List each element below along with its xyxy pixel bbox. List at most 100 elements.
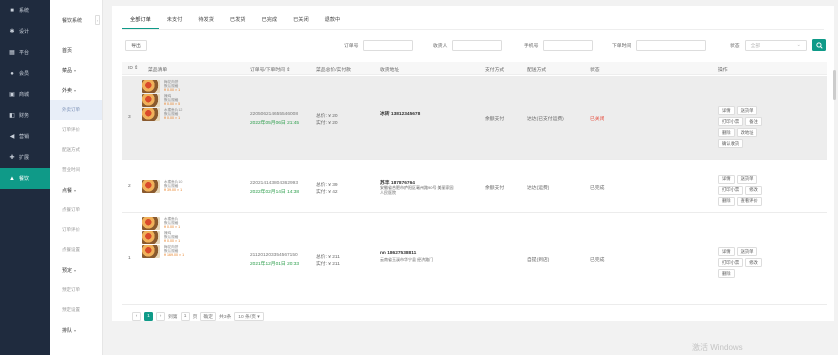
action-button[interactable]: 详情 <box>718 247 735 256</box>
action-button[interactable]: 删除 <box>718 269 735 278</box>
subnav-item[interactable]: 订单评价 <box>50 220 102 240</box>
action-button[interactable]: 打印小票 <box>718 258 744 267</box>
action-button[interactable]: 送货单 <box>736 247 758 256</box>
subnav-item-label: 外卖订单 <box>62 107 80 112</box>
tab-to-ship[interactable]: 待发货 <box>190 15 222 29</box>
goto-page-input[interactable]: 1 <box>180 312 190 321</box>
action-button[interactable]: 改地址 <box>736 128 758 137</box>
subnav-item[interactable]: 营业时间 <box>50 160 102 180</box>
sidebar-item-system[interactable]: ■ 系统 <box>0 0 50 21</box>
sidebar-item-extend[interactable]: ✚ 扩展 <box>0 147 50 168</box>
page-size-select[interactable]: 10 条/页 ▾ <box>234 312 264 321</box>
subnav-item[interactable]: 菜品 ▾ <box>50 60 102 80</box>
product-thumbnail[interactable] <box>142 94 160 107</box>
subnav-item[interactable]: 预定设置 <box>50 300 102 320</box>
col-id[interactable]: ID ⇕ <box>128 66 138 71</box>
status-select[interactable]: 全部 ⌄ <box>744 40 807 51</box>
subnav-item[interactable]: 预定 ▾ <box>50 260 102 280</box>
action-button[interactable]: 确认收货 <box>718 139 744 148</box>
status-badge: 已完成 <box>590 185 605 191</box>
action-button[interactable]: 删除 <box>718 196 735 206</box>
action-button[interactable]: 查看评价 <box>736 196 762 206</box>
subnav-item[interactable]: 外卖 ▾ <box>50 80 102 100</box>
subnav-item[interactable]: 配送方式 <box>50 140 102 160</box>
action-button[interactable]: 打印小票 <box>718 185 744 195</box>
sidebar-item-label: 扩展 <box>19 155 30 161</box>
subnav-item[interactable]: 订单评价 <box>50 120 102 140</box>
marketing-icon: ◀ <box>9 134 15 140</box>
action-button[interactable]: 备注 <box>745 117 762 126</box>
receiver-input[interactable] <box>452 40 503 51</box>
search-button[interactable] <box>812 39 826 51</box>
export-button[interactable]: 导出 <box>125 40 147 51</box>
action-button[interactable]: 修改 <box>745 185 762 195</box>
product-thumbnail[interactable] <box>142 231 160 244</box>
subnav-item[interactable]: 外卖订单 <box>50 100 102 120</box>
status-badge: 已完成 <box>590 258 605 263</box>
order-time-input[interactable] <box>636 40 707 51</box>
sidebar-item-mall[interactable]: ▣ 商城 <box>0 84 50 105</box>
subnav-item[interactable]: 排队 ▾ <box>50 320 102 340</box>
scrollbar[interactable] <box>833 70 836 100</box>
sidebar-item-member[interactable]: ● 会员 <box>0 63 50 84</box>
sidebar-item-catering[interactable]: ▲ 餐饮 <box>0 168 50 189</box>
subnav-item[interactable]: 点餐设置 <box>50 240 102 260</box>
sidebar-item-platform[interactable]: ▦ 平台 <box>0 42 50 63</box>
order-time: 2022年05月06日 21:45 <box>250 121 300 126</box>
subnav-item[interactable]: 首页 <box>50 40 102 60</box>
action-button[interactable]: 送货单 <box>736 174 758 184</box>
col-order-no[interactable]: 订单号/下单时间 ⇕ <box>250 66 290 73</box>
subnav-item-label: 配送方式 <box>62 147 80 152</box>
subnav-item[interactable]: 预定订单 <box>50 280 102 300</box>
chevron-down-icon: ▾ <box>74 267 77 273</box>
filter-status: 状态 全部 ⌄ <box>730 40 807 51</box>
order-no-input[interactable] <box>363 40 414 51</box>
chevron-down-icon: ▾ <box>74 327 77 333</box>
receiver-label: 收货人 <box>433 44 448 49</box>
tab-refunding[interactable]: 退款中 <box>317 15 349 29</box>
phone-input[interactable] <box>543 40 594 51</box>
order-total: 总价: ¥ 39 <box>316 182 338 188</box>
tab-unpaid[interactable]: 未支付 <box>159 15 191 29</box>
tab-completed[interactable]: 已完成 <box>254 15 286 29</box>
action-button[interactable]: 修改 <box>745 258 762 267</box>
subnav-item-label: 订单评价 <box>62 227 80 232</box>
product-price: ¥ 169.00 × 1 <box>164 253 185 258</box>
product-thumbnail[interactable] <box>142 108 160 121</box>
filter-order-no: 订单号 <box>344 40 414 51</box>
sidebar-item-label: 设计 <box>19 29 30 35</box>
tab-shipped[interactable]: 已发货 <box>222 15 254 29</box>
sidebar-item-label: 财务 <box>19 113 30 119</box>
product-thumbnail[interactable] <box>142 217 160 230</box>
extend-icon: ✚ <box>9 155 15 161</box>
col-status: 状态 <box>590 68 600 73</box>
page-1-button[interactable]: 1 <box>144 312 153 321</box>
next-page-button[interactable]: › <box>156 312 165 321</box>
product-thumbnail[interactable] <box>142 80 160 93</box>
orders-card: 全部订单 未支付 待发货 已发货 已完成 已关闭 退款中 导出 订单号 收货人 … <box>112 6 834 321</box>
action-button[interactable]: 详情 <box>718 174 735 184</box>
action-button[interactable]: 打印小票 <box>718 117 744 126</box>
action-button[interactable]: 送货单 <box>736 106 758 115</box>
receiver-info: nn 18627538811 <box>380 251 417 256</box>
row-actions: 详情 送货单打印小票 修改删除 <box>718 247 778 278</box>
tab-all-orders[interactable]: 全部订单 <box>122 15 159 29</box>
product-thumbnail[interactable] <box>142 245 160 258</box>
tab-closed[interactable]: 已关闭 <box>285 15 317 29</box>
action-button[interactable]: 删除 <box>718 128 735 137</box>
product-meta: 水煮鱼片10 默认规格 ¥ 39.00 × 1 <box>164 180 182 193</box>
action-button[interactable]: 详情 <box>718 106 735 115</box>
product-thumbnail[interactable] <box>142 179 160 193</box>
order-time: 2021年12月01日 20:33 <box>250 262 300 267</box>
subnav-item-label: 营业时间 <box>62 167 80 172</box>
sidebar-item-marketing[interactable]: ◀ 营销 <box>0 126 50 147</box>
prev-page-button[interactable]: ‹ <box>132 312 141 321</box>
sidebar-item-design[interactable]: ✱ 设计 <box>0 21 50 42</box>
order-total: 总价: ¥ 211 <box>316 255 340 260</box>
sidebar-item-finance[interactable]: ◧ 财务 <box>0 105 50 126</box>
goto-confirm-button[interactable]: 确定 <box>200 312 217 321</box>
collapse-sidebar-button[interactable]: ‹ <box>95 15 100 25</box>
product-price: ¥ 0.00 × 1 <box>164 116 181 121</box>
subnav-item[interactable]: 点餐订单 <box>50 200 102 220</box>
subnav-item[interactable]: 点餐 ▾ <box>50 180 102 200</box>
